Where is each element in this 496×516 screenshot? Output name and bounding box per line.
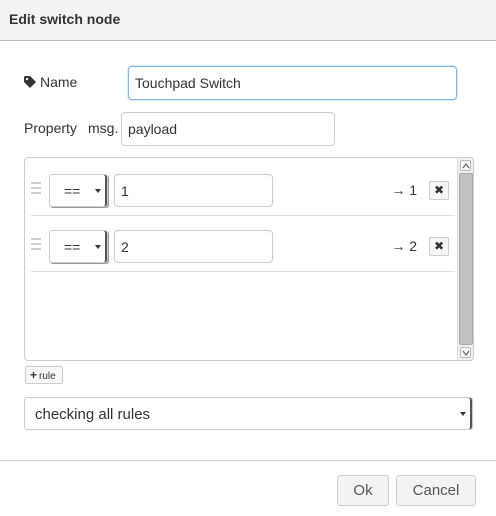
rule-output-label: → 1 (391, 182, 417, 198)
rule-row: == → 2 ✖ (31, 216, 455, 272)
rules-list: == → 1 ✖ == → 2 ✖ (24, 157, 474, 361)
rule-operator-value: == (64, 183, 81, 199)
dialog-titlebar: Edit switch node (0, 0, 496, 41)
rule-operator-value: == (64, 239, 81, 255)
rule-value-input[interactable] (114, 174, 273, 207)
checking-mode-value: checking all rules (35, 406, 151, 423)
rule-operator-select[interactable]: == (49, 230, 108, 263)
drag-handle-icon[interactable] (31, 182, 41, 194)
remove-rule-button[interactable]: ✖ (429, 181, 449, 200)
property-input[interactable] (121, 112, 335, 146)
caret-down-icon (95, 245, 101, 249)
name-label: Name (40, 74, 78, 90)
remove-rule-button[interactable]: ✖ (429, 237, 449, 256)
name-input[interactable] (128, 66, 457, 100)
caret-down-icon (95, 189, 101, 193)
dialog-title: Edit switch node (9, 11, 121, 27)
add-rule-button[interactable]: + rule (25, 366, 63, 384)
scroll-down-icon[interactable] (460, 347, 471, 358)
cancel-button[interactable]: Cancel (396, 475, 476, 506)
property-label: Property (24, 120, 77, 136)
rule-output-label: → 2 (391, 238, 417, 254)
plus-icon: + (30, 368, 38, 382)
property-prefix: msg. (88, 120, 119, 136)
rule-operator-select[interactable]: == (49, 174, 108, 207)
scrollbar-thumb[interactable] (459, 173, 473, 345)
rule-value-input[interactable] (114, 230, 273, 263)
caret-down-icon (460, 412, 466, 416)
checking-mode-select[interactable]: checking all rules (24, 397, 473, 430)
scroll-up-icon[interactable] (460, 160, 471, 171)
add-rule-label: rule (39, 371, 56, 382)
tag-icon (24, 76, 36, 88)
dialog-footer: Ok Cancel (0, 460, 496, 516)
drag-handle-icon[interactable] (31, 238, 41, 250)
ok-button[interactable]: Ok (337, 475, 389, 506)
rules-scrollbar[interactable] (457, 158, 473, 360)
rule-row: == → 1 ✖ (31, 160, 455, 216)
